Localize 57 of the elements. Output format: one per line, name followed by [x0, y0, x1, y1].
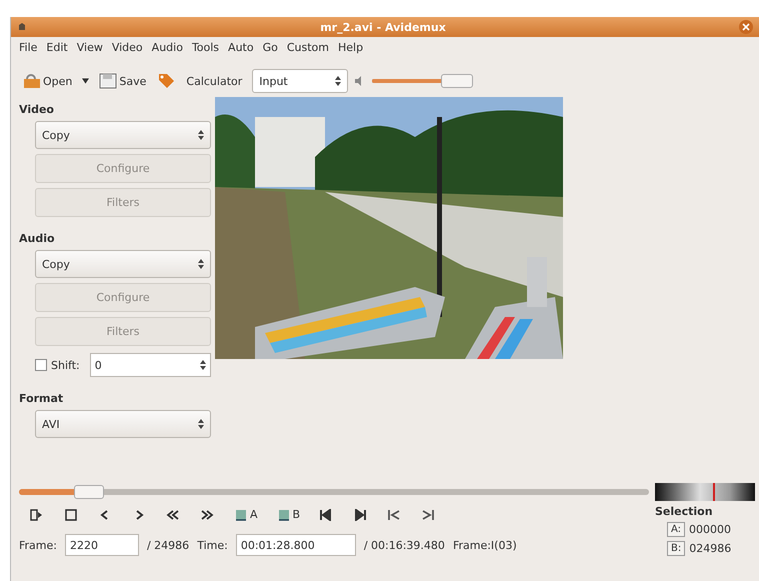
spinner-arrows-icon[interactable] — [200, 360, 206, 370]
open-button[interactable]: Open — [19, 71, 76, 91]
stop-icon[interactable] — [63, 508, 79, 520]
spinner-arrows-icon[interactable] — [198, 259, 204, 269]
input-dropdown[interactable]: Input — [252, 69, 348, 93]
section-heading: Video — [19, 103, 55, 116]
menu-item[interactable]: File — [19, 41, 38, 57]
section-heading: Format — [19, 392, 64, 405]
tag-icon[interactable] — [156, 71, 176, 91]
video-codec-dropdown[interactable]: Copy — [35, 121, 211, 149]
spinner-arrows-icon[interactable] — [198, 130, 204, 140]
menu-item[interactable]: Video — [112, 41, 143, 57]
format-dropdown[interactable]: AVI — [35, 410, 211, 438]
menu-item[interactable]: Tools — [192, 41, 220, 57]
mark-b-button[interactable]: B — [272, 505, 304, 524]
menu-item[interactable]: Edit — [46, 41, 68, 57]
menu-item[interactable]: Audio — [152, 41, 183, 57]
forward-icon[interactable] — [199, 508, 215, 520]
duration-text: / 00:16:39.480 — [364, 538, 445, 552]
time-label: Time: — [197, 538, 228, 552]
frame-field[interactable]: 2220 — [64, 534, 139, 556]
audio-codec-dropdown[interactable]: Copy — [35, 250, 211, 278]
selection-heading: Selection — [655, 505, 714, 518]
shift-checkbox[interactable] — [35, 359, 47, 371]
caret-icon[interactable] — [82, 78, 90, 84]
frame-type-text: Frame:I(03) — [452, 538, 517, 552]
time-field[interactable]: 00:01:28.800 — [236, 534, 356, 556]
folder-icon[interactable] — [23, 73, 41, 89]
rewind-icon[interactable] — [165, 508, 181, 520]
mark-a-icon[interactable] — [233, 508, 249, 520]
menu-item[interactable]: Auto — [228, 41, 254, 57]
window-title: mr_2.avi - Avidemux — [319, 20, 447, 34]
last-icon[interactable] — [352, 508, 368, 520]
save-button[interactable]: Save — [95, 71, 150, 91]
section-heading: Audio — [19, 232, 56, 245]
marker-b-button[interactable]: B: — [667, 541, 686, 556]
close-icon[interactable] — [742, 23, 750, 31]
shift-label: Shift: — [51, 358, 80, 372]
shift-spin-field[interactable]: 0 — [90, 353, 211, 377]
calculator-button[interactable]: Calculator — [182, 72, 246, 90]
marker-b-value: 024986 — [689, 542, 732, 555]
save-icon[interactable] — [99, 73, 118, 89]
marker-a-value: 000000 — [689, 523, 732, 536]
marker-a-button[interactable]: A: — [667, 522, 686, 537]
menu-item[interactable]: Help — [338, 41, 364, 57]
frame-label: Frame: — [19, 538, 57, 552]
menu-item[interactable]: View — [76, 41, 103, 57]
close-button[interactable] — [739, 20, 753, 34]
spinner-arrows-icon[interactable] — [198, 419, 204, 429]
menu-item[interactable]: Custom — [286, 41, 330, 57]
app-icon — [17, 22, 27, 32]
prev-key-icon[interactable] — [386, 508, 402, 520]
spinner-arrows-icon[interactable] — [335, 76, 342, 86]
menu-item[interactable]: Go — [262, 41, 278, 57]
total-frames-text: / 24986 — [146, 538, 190, 552]
mark-a-button[interactable]: A — [229, 505, 262, 524]
next-key-icon[interactable] — [420, 508, 436, 520]
